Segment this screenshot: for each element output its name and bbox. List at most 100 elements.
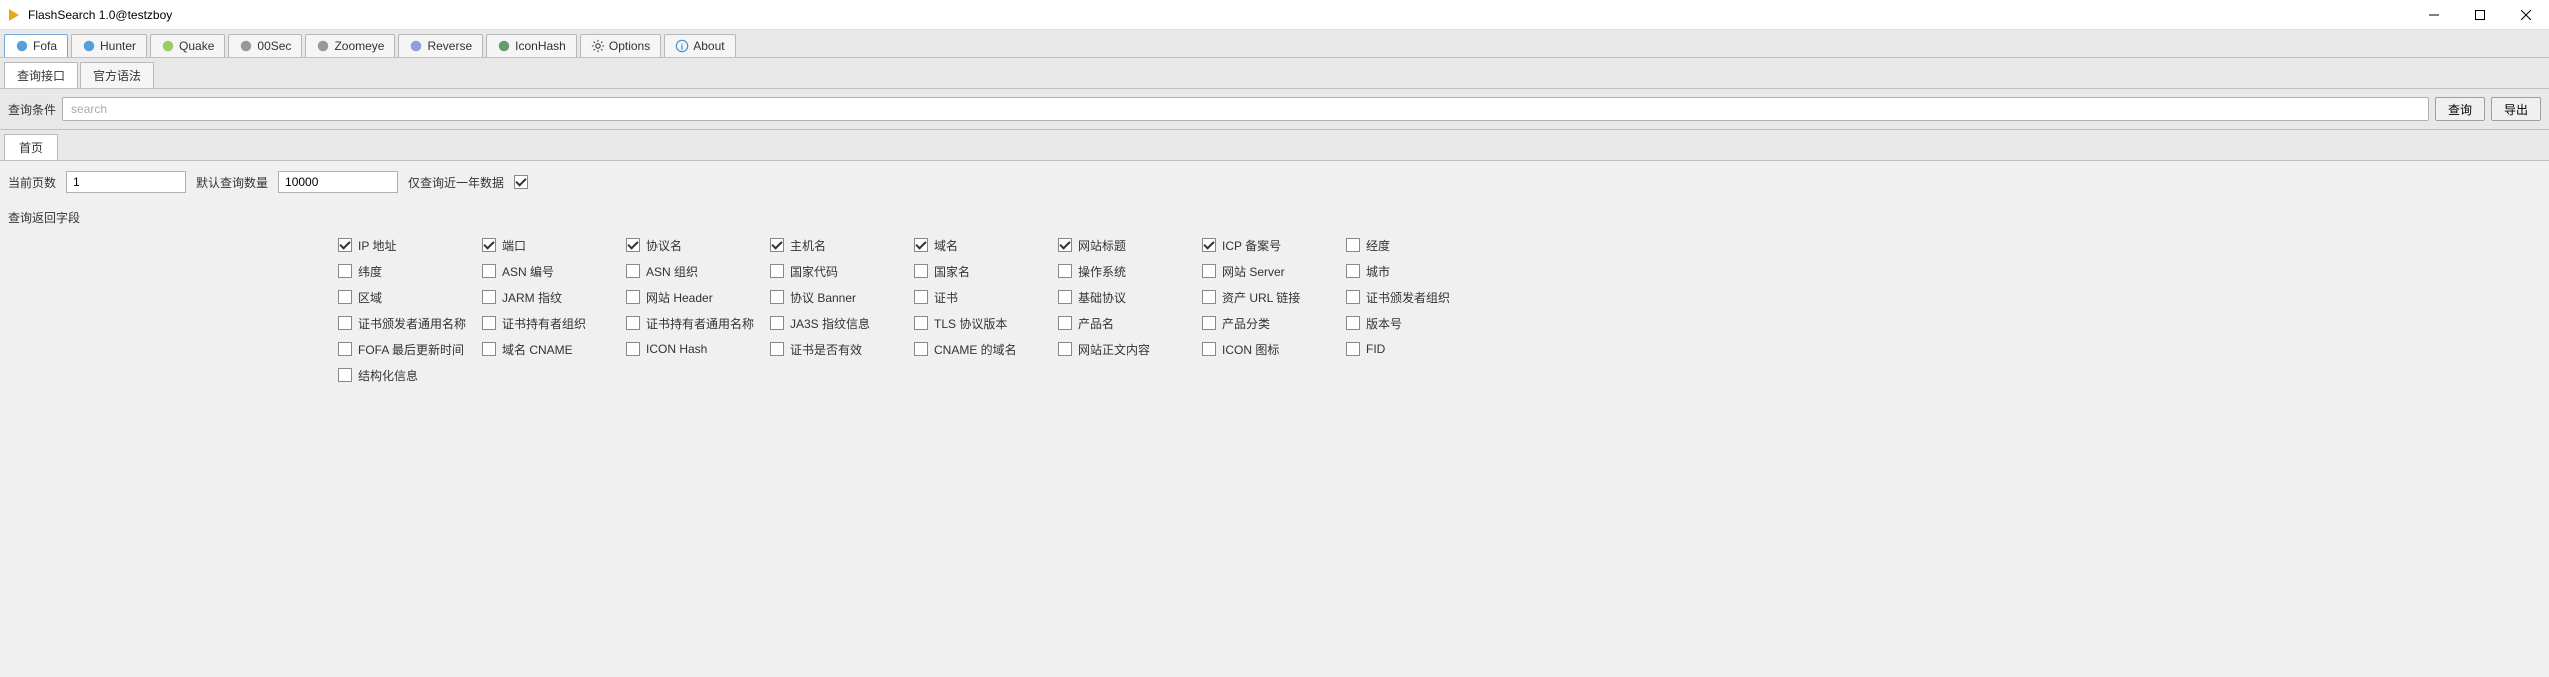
field-checkbox[interactable]: [770, 316, 784, 330]
main-tab-label: 00Sec: [257, 39, 291, 53]
field-checkbox[interactable]: [1202, 264, 1216, 278]
field-checkbox[interactable]: [482, 316, 496, 330]
field-checkbox[interactable]: [1058, 316, 1072, 330]
field-checkbox[interactable]: [1202, 342, 1216, 356]
field-item-38: ICON 图标: [1202, 338, 1342, 360]
field-checkbox[interactable]: [770, 264, 784, 278]
field-checkbox[interactable]: [1058, 264, 1072, 278]
hunter-icon: [82, 39, 96, 53]
field-checkbox[interactable]: [914, 342, 928, 356]
year-checkbox[interactable]: [514, 175, 528, 189]
field-item-17: JARM 指纹: [482, 286, 622, 308]
main-tab-about[interactable]: iAbout: [664, 34, 735, 57]
field-checkbox[interactable]: [1346, 342, 1360, 356]
field-item-32: FOFA 最后更新时间: [338, 338, 478, 360]
field-checkbox[interactable]: [338, 316, 352, 330]
field-checkbox[interactable]: [626, 238, 640, 252]
field-checkbox[interactable]: [482, 238, 496, 252]
main-tabs: Fofa Hunter Quake 00Sec ZoomeyeReverse IconHa…: [0, 30, 2549, 58]
field-item-5: 网站标题: [1058, 234, 1198, 256]
maximize-button[interactable]: [2457, 0, 2503, 30]
field-checkbox[interactable]: [914, 316, 928, 330]
field-checkbox[interactable]: [1346, 316, 1360, 330]
field-checkbox[interactable]: [626, 342, 640, 356]
sub-tab-1[interactable]: 官方语法: [80, 62, 154, 88]
field-checkbox[interactable]: [1346, 264, 1360, 278]
field-checkbox[interactable]: [770, 238, 784, 252]
count-input[interactable]: [278, 171, 398, 193]
fields-label: 查询返回字段: [8, 209, 2541, 226]
field-checkbox[interactable]: [338, 342, 352, 356]
field-checkbox[interactable]: [338, 264, 352, 278]
field-label: IP 地址: [358, 237, 396, 254]
field-checkbox[interactable]: [626, 290, 640, 304]
main-tab-hunter[interactable]: Hunter: [71, 34, 147, 57]
field-item-36: CNAME 的域名: [914, 338, 1054, 360]
field-checkbox[interactable]: [626, 264, 640, 278]
main-tab-label: Hunter: [100, 39, 136, 53]
field-item-0: IP 地址: [338, 234, 478, 256]
iconhash-icon: [497, 39, 511, 53]
main-tab-quake[interactable]: Quake: [150, 34, 225, 57]
close-button[interactable]: [2503, 0, 2549, 30]
zoomeye-icon: [316, 39, 330, 53]
result-tab-home[interactable]: 首页: [4, 134, 58, 160]
field-item-27: JA3S 指纹信息: [770, 312, 910, 334]
field-checkbox[interactable]: [482, 264, 496, 278]
main-tab-fofa[interactable]: Fofa: [4, 34, 68, 57]
field-checkbox[interactable]: [338, 290, 352, 304]
export-button[interactable]: 导出: [2491, 97, 2541, 121]
field-label: TLS 协议版本: [934, 315, 1007, 332]
field-label: ASN 编号: [502, 263, 554, 280]
fields-grid: IP 地址端口协议名主机名域名网站标题ICP 备案号经度纬度ASN 编号ASN …: [338, 234, 2541, 386]
field-checkbox[interactable]: [1202, 316, 1216, 330]
field-item-20: 证书: [914, 286, 1054, 308]
field-checkbox[interactable]: [482, 342, 496, 356]
field-item-26: 证书持有者通用名称: [626, 312, 766, 334]
main-tab-iconhash[interactable]: IconHash: [486, 34, 577, 57]
field-checkbox[interactable]: [1202, 290, 1216, 304]
main-tab-00sec[interactable]: 00Sec: [228, 34, 302, 57]
field-checkbox[interactable]: [1058, 238, 1072, 252]
field-item-40: 结构化信息: [338, 364, 478, 386]
field-checkbox[interactable]: [770, 342, 784, 356]
svg-text:i: i: [681, 42, 684, 52]
field-label: 证书颁发者组织: [1366, 289, 1450, 306]
field-item-11: 国家代码: [770, 260, 910, 282]
field-checkbox[interactable]: [338, 238, 352, 252]
field-checkbox[interactable]: [1058, 290, 1072, 304]
field-checkbox[interactable]: [770, 290, 784, 304]
field-checkbox[interactable]: [482, 290, 496, 304]
main-tab-reverse[interactable]: Reverse: [398, 34, 483, 57]
fields-section: 查询返回字段 IP 地址端口协议名主机名域名网站标题ICP 备案号经度纬度ASN…: [0, 203, 2549, 406]
field-label: 基础协议: [1078, 289, 1126, 306]
query-button[interactable]: 查询: [2435, 97, 2485, 121]
sub-tab-0[interactable]: 查询接口: [4, 62, 78, 88]
field-checkbox[interactable]: [338, 368, 352, 382]
field-label: 端口: [502, 237, 526, 254]
page-input[interactable]: [66, 171, 186, 193]
field-checkbox[interactable]: [1202, 238, 1216, 252]
field-item-13: 操作系统: [1058, 260, 1198, 282]
main-tab-zoomeye[interactable]: Zoomeye: [305, 34, 395, 57]
field-label: 国家代码: [790, 263, 838, 280]
field-checkbox[interactable]: [626, 316, 640, 330]
main-tab-label: Options: [609, 39, 650, 53]
search-input[interactable]: [62, 97, 2429, 121]
field-checkbox[interactable]: [1346, 290, 1360, 304]
field-item-33: 域名 CNAME: [482, 338, 622, 360]
field-checkbox[interactable]: [914, 264, 928, 278]
field-item-34: ICON Hash: [626, 338, 766, 360]
field-label: 经度: [1366, 237, 1390, 254]
minimize-button[interactable]: [2411, 0, 2457, 30]
main-tab-label: IconHash: [515, 39, 566, 53]
main-tab-options[interactable]: Options: [580, 34, 661, 57]
field-checkbox[interactable]: [1346, 238, 1360, 252]
field-label: 证书颁发者通用名称: [358, 315, 466, 332]
field-label: 域名: [934, 237, 958, 254]
field-item-25: 证书持有者组织: [482, 312, 622, 334]
field-label: 网站正文内容: [1078, 341, 1150, 358]
field-checkbox[interactable]: [1058, 342, 1072, 356]
field-checkbox[interactable]: [914, 290, 928, 304]
field-checkbox[interactable]: [914, 238, 928, 252]
